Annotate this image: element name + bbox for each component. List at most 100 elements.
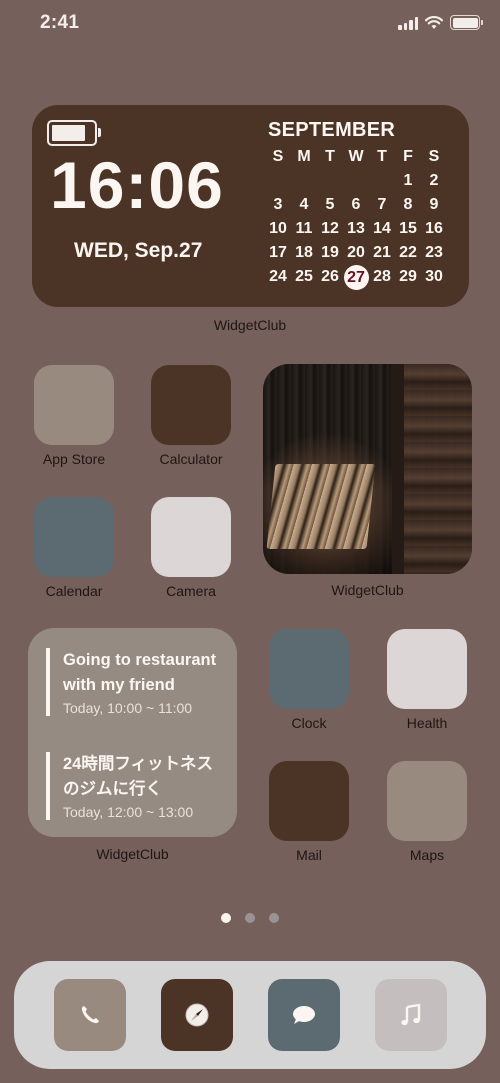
app-store-icon: [34, 365, 114, 445]
widget-clock-time: 16:06: [50, 148, 224, 222]
message-bubble-icon: [293, 1006, 315, 1024]
books-stack: [266, 464, 376, 549]
page-dot[interactable]: [269, 913, 279, 923]
calendar-day: 14: [373, 220, 391, 237]
app-clock[interactable]: Clock: [269, 629, 349, 731]
app-maps[interactable]: Maps: [387, 761, 467, 863]
app-label: Maps: [409, 847, 445, 863]
calendar-today: 27: [343, 265, 369, 290]
page-indicator[interactable]: [0, 913, 500, 923]
calendar-day: 17: [269, 244, 287, 261]
dock: [14, 961, 486, 1069]
event-title: Going to restaurant with my friend: [63, 651, 217, 694]
music-note-icon: [401, 1003, 421, 1026]
weekday-header: S: [272, 148, 284, 165]
health-icon: [387, 629, 467, 709]
calendar-day: 28: [373, 268, 391, 285]
calendar-day: 22: [399, 244, 417, 261]
page-dot[interactable]: [221, 913, 231, 923]
calendar-day: 19: [321, 244, 339, 261]
calendar-day: 11: [295, 220, 313, 237]
calendar-day: 8: [403, 196, 413, 213]
widget-date: WED, Sep.27: [74, 239, 203, 262]
calendar-day: 13: [347, 220, 365, 237]
calendar-day: 25: [295, 268, 313, 285]
app-health[interactable]: Health: [387, 629, 467, 731]
weekday-header: F: [403, 148, 413, 165]
calendar-day: 30: [425, 268, 443, 285]
calendar-day: 18: [295, 244, 313, 261]
calendar-day: 5: [325, 196, 335, 213]
calculator-icon: [151, 365, 231, 445]
app-camera[interactable]: Camera: [151, 497, 231, 599]
app-label: Calculator: [159, 451, 223, 467]
calendar-grid: S M T W T F S 1 2 3 4 5 6 7 8 9 10 11 12 13 14 15 16 17 18 19 20 21…: [265, 145, 455, 290]
weekday-header: S: [428, 148, 440, 165]
calendar-day: 29: [399, 268, 417, 285]
app-label: Health: [406, 715, 448, 731]
calendar-month: SEPTEMBER: [268, 119, 396, 141]
app-mail[interactable]: Mail: [269, 761, 349, 863]
calendar-day: 9: [429, 196, 439, 213]
calendar-empty-cell: [369, 169, 395, 193]
app-label: Camera: [166, 583, 216, 599]
battery-icon: [450, 15, 483, 30]
event-time: Today, 12:00 ~ 13:00: [63, 804, 194, 820]
calendar-empty-cell: [265, 169, 291, 193]
page-dot[interactable]: [245, 913, 255, 923]
status-icons: [398, 15, 483, 30]
photo-widget-label: WidgetClub: [331, 582, 404, 598]
compass-icon: [185, 1003, 209, 1027]
app-label: Mail: [296, 847, 322, 863]
photo-widget[interactable]: [263, 364, 472, 574]
app-app-store[interactable]: App Store: [34, 365, 114, 467]
event-item[interactable]: 24時間フィットネスのジムに行く Today, 12:00 ~ 13:00: [46, 752, 226, 820]
clock-icon: [269, 629, 349, 709]
calendar-icon: [34, 497, 114, 577]
weekday-header: W: [348, 148, 364, 165]
calendar-day: 24: [269, 268, 287, 285]
calendar-day: 15: [399, 220, 417, 237]
calendar-day: 2: [429, 172, 439, 189]
dock-phone[interactable]: [54, 979, 126, 1051]
calendar-day: 1: [403, 172, 413, 189]
calendar-day: 16: [425, 220, 443, 237]
cellular-signal-icon: [398, 16, 418, 30]
calendar-day: 3: [273, 196, 283, 213]
wifi-icon: [425, 15, 443, 29]
mini-calendar: SEPTEMBER S M T W T F S 1 2 3 4 5 6 7 8 9 10 11 12 13 14 15 16…: [265, 119, 455, 290]
calendar-empty-cell: [317, 169, 343, 193]
camera-icon: [151, 497, 231, 577]
dock-music[interactable]: [375, 979, 447, 1051]
events-widget-label: WidgetClub: [96, 846, 169, 862]
app-label: Clock: [291, 715, 327, 731]
app-calculator[interactable]: Calculator: [151, 365, 231, 467]
clock-widget-label: WidgetClub: [213, 317, 287, 333]
calendar-day: 20: [347, 244, 365, 261]
calendar-day: 12: [321, 220, 339, 237]
maps-icon: [387, 761, 467, 841]
calendar-day: 4: [299, 196, 309, 213]
calendar-day: 10: [269, 220, 287, 237]
shelf-post: [392, 364, 404, 574]
event-title: 24時間フィットネスのジムに行く: [63, 755, 214, 798]
dock-safari[interactable]: [161, 979, 233, 1051]
events-widget[interactable]: Going to restaurant with my friend Today…: [28, 628, 237, 837]
battery-icon: [47, 120, 101, 146]
weekday-header: T: [325, 148, 335, 165]
status-time: 2:41: [40, 12, 80, 33]
event-item[interactable]: Going to restaurant with my friend Today…: [46, 648, 226, 716]
dock-messages[interactable]: [268, 979, 340, 1051]
clock-calendar-widget[interactable]: 16:06 WED, Sep.27 SEPTEMBER SMTWTFS12345…: [32, 105, 469, 307]
event-time: Today, 10:00 ~ 11:00: [63, 700, 193, 716]
bookshelf-photo: [397, 364, 472, 574]
status-bar: 2:41: [0, 0, 500, 50]
calendar-day: 6: [351, 196, 361, 213]
app-label: Calendar: [45, 583, 103, 599]
app-calendar[interactable]: Calendar: [34, 497, 114, 599]
calendar-empty-cell: [343, 169, 369, 193]
weekday-header: M: [297, 148, 311, 165]
app-label: App Store: [42, 451, 106, 467]
calendar-day: 23: [425, 244, 443, 261]
calendar-empty-cell: [291, 169, 317, 193]
